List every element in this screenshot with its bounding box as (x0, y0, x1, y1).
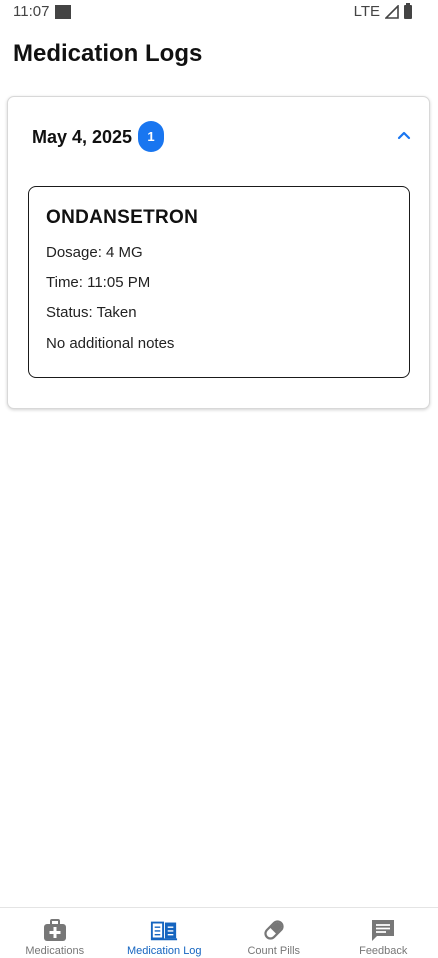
status-time: 11:07 (13, 3, 50, 20)
notification-icon (55, 5, 71, 19)
page-title: Medication Logs (13, 40, 203, 67)
medical-bag-icon (41, 917, 69, 943)
nav-item-feedback[interactable]: Feedback (329, 908, 438, 958)
status-text: Status: Taken (46, 304, 137, 321)
nav-label: Medication Log (126, 945, 202, 957)
entry-count-badge: 1 (138, 121, 164, 152)
log-group-date: May 4, 2025 (32, 127, 133, 147)
nav-label: Medications (25, 945, 85, 957)
status-bar: 11:07 LTE (0, 0, 438, 24)
feedback-icon (369, 917, 397, 943)
medication-entry-card: ONDANSETRON Dosage: 4 MG Time: 11:05 PM … (28, 186, 410, 378)
nav-label: Feedback (359, 945, 408, 957)
status-indicators: LTE (353, 2, 412, 20)
signal-icon (385, 4, 399, 19)
pill-icon (260, 917, 288, 943)
medication-name: ONDANSETRON (46, 207, 199, 228)
network-label: LTE (353, 3, 380, 20)
book-open-icon (150, 917, 178, 943)
time-text: Time: 11:05 PM (46, 274, 151, 291)
nav-item-medications[interactable]: Medications (0, 908, 110, 958)
nav-item-medication-log[interactable]: Medication Log (110, 908, 220, 958)
bottom-nav: Medications Medication Log Count Pills F… (0, 907, 438, 958)
battery-icon (404, 2, 412, 19)
log-group-card: May 4, 2025 1 ONDANSETRON Dosage: 4 MG T… (7, 96, 430, 409)
chevron-up-icon[interactable] (395, 127, 413, 145)
notes-text: No additional notes (46, 335, 175, 352)
log-group-header[interactable]: May 4, 2025 1 (8, 97, 429, 177)
dosage-text: Dosage: 4 MG (46, 244, 143, 261)
nav-label: Count Pills (247, 945, 301, 957)
nav-item-count-pills[interactable]: Count Pills (219, 908, 329, 958)
